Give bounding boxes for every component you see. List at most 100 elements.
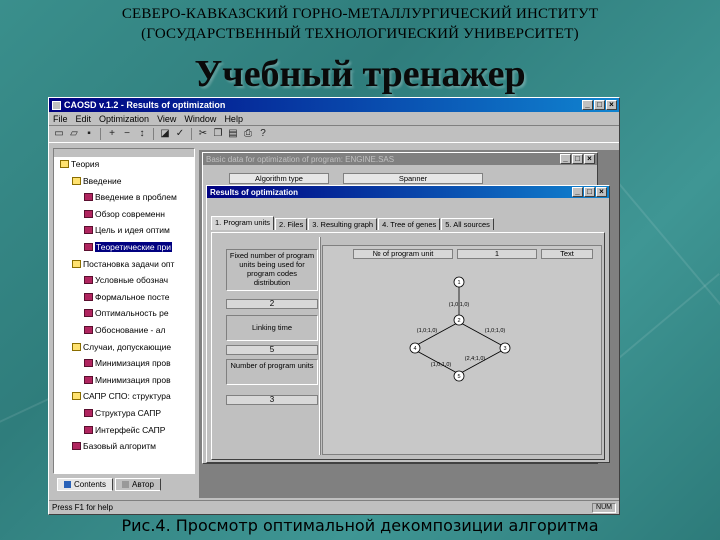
paste-icon[interactable]: ▤	[227, 128, 239, 140]
num-indicator: NUM	[592, 502, 616, 513]
results-window[interactable]: Results of optimization _ □ × 1. Program…	[206, 185, 610, 463]
basic-data-titlebar[interactable]: Basic data for optimization of program: …	[203, 153, 597, 165]
tree-item[interactable]: Формальное посте	[84, 292, 170, 302]
tree-item-label: Введение	[83, 175, 122, 186]
minimize-button[interactable]: _	[560, 154, 571, 164]
tab-resulting-graph[interactable]: 3. Resulting graph	[308, 218, 378, 230]
folder-icon	[72, 176, 81, 185]
tree-item[interactable]: Постановка задачи опт	[72, 259, 174, 269]
tree-tabs: Contents Автор	[53, 476, 195, 492]
unit-number-value: 1	[457, 249, 537, 259]
graph-node-label: 5	[457, 374, 460, 380]
tree-item-label: Теория	[71, 159, 100, 169]
tree-item-label: Теоретические при	[95, 242, 173, 252]
maximize-button[interactable]: □	[572, 154, 583, 164]
tree-item[interactable]: Введение	[72, 176, 122, 186]
splitter[interactable]	[319, 237, 321, 455]
app-title: CAOSD v.1.2 - Results of optimization	[64, 100, 226, 110]
tree-item[interactable]: Введение в проблем	[84, 192, 177, 202]
minimize-button[interactable]: _	[582, 100, 593, 110]
tab-author[interactable]: Автор	[115, 477, 161, 491]
tree-item[interactable]: Оптимальность ре	[84, 308, 169, 318]
maximize-button[interactable]: □	[594, 100, 605, 110]
tree-item[interactable]: Обзор современн	[84, 209, 165, 219]
save-icon[interactable]: ▪	[83, 128, 95, 140]
graph-node-label: 2	[457, 318, 460, 324]
tree-item[interactable]: Структура САПР	[84, 408, 161, 418]
page-icon	[122, 480, 130, 488]
tree-item[interactable]: Условные обознач	[84, 275, 168, 285]
units-count-label: Number of program units	[226, 359, 318, 385]
graph-edge-label: (1,0;1,0)	[449, 302, 470, 308]
close-button[interactable]: ×	[596, 187, 607, 197]
add-icon[interactable]: +	[106, 128, 118, 140]
toolbar: ▭ ▱ ▪ + − ↕ ◪ ✓ ✂ ❐ ▤ ⎙ ?	[49, 125, 619, 143]
tree-item-label: Формальное посте	[95, 291, 170, 302]
tree-item-label: Введение в проблем	[95, 192, 177, 203]
unit-number-header: № of program unit	[353, 249, 453, 259]
tab-all-sources[interactable]: 5. All sources	[441, 218, 494, 230]
tree-item-label: Постановка задачи опт	[83, 258, 175, 269]
tab-files[interactable]: 2. Files	[275, 218, 308, 230]
maximize-button[interactable]: □	[584, 187, 595, 197]
tree-item[interactable]: Интерфейс САПР	[84, 425, 165, 435]
graph-edge-label: (1,0;1,0)	[485, 328, 506, 334]
tree-item[interactable]: Минимизация пров	[84, 358, 171, 368]
results-titlebar[interactable]: Results of optimization _ □ ×	[207, 186, 609, 198]
menu-file[interactable]: File	[53, 114, 68, 124]
spanner-field: Spanner	[343, 173, 483, 184]
institute-name: СЕВЕРО-КАВКАЗСКИЙ ГОРНО-МЕТАЛЛУРГИЧЕСКИЙ…	[121, 6, 599, 22]
linking-time-label: Linking time	[226, 315, 318, 341]
menu-optimization[interactable]: Optimization	[99, 114, 149, 124]
tree-item[interactable]: Обоснование - ал	[84, 325, 165, 335]
tree-item[interactable]: САПР СПО: структура	[72, 391, 171, 401]
close-button[interactable]: ×	[584, 154, 595, 164]
tab-contents[interactable]: Contents	[57, 477, 114, 491]
tree-item-label: Структура САПР	[95, 408, 161, 418]
tab-tree-of-genes[interactable]: 4. Tree of genes	[378, 218, 441, 230]
basic-data-title: Basic data for optimization of program: …	[206, 154, 395, 164]
move-icon[interactable]: ↕	[136, 128, 148, 140]
tree-item[interactable]: Теория	[60, 159, 99, 169]
book-icon	[72, 442, 81, 451]
folder-icon	[60, 160, 69, 168]
tree-item[interactable]: Минимизация пров	[84, 375, 171, 385]
folder-icon	[72, 342, 81, 351]
menu-help[interactable]: Help	[224, 114, 243, 124]
book-icon	[84, 359, 93, 368]
help-icon[interactable]: ?	[257, 128, 269, 140]
minimize-button[interactable]: _	[572, 187, 583, 197]
book-icon	[84, 309, 93, 318]
tree-item-label: Базовый алгоритм	[83, 441, 157, 452]
tree-item[interactable]: Цель и идея оптим	[84, 225, 170, 235]
book-icon	[64, 480, 71, 488]
tree-item[interactable]: Теоретические при	[84, 242, 173, 252]
tree-item[interactable]: Случаи, допускающие	[72, 342, 171, 352]
book-icon	[84, 243, 93, 251]
remove-icon[interactable]: −	[121, 128, 133, 140]
menu-edit[interactable]: Edit	[76, 114, 92, 124]
folder-icon	[72, 259, 81, 268]
app-icon	[52, 100, 61, 110]
slide-title: Учебный тренажер	[194, 53, 526, 95]
cut-icon[interactable]: ✂	[197, 128, 209, 140]
copy-icon[interactable]: ❐	[212, 128, 224, 140]
optimize-icon[interactable]: ✓	[174, 128, 186, 140]
print-icon[interactable]: ⎙	[242, 128, 254, 140]
menu-view[interactable]: View	[157, 114, 176, 124]
units-count-value: 3	[226, 395, 318, 405]
tab-body: Fixed number of program units being used…	[211, 232, 605, 460]
tab-program-units[interactable]: 1. Program units	[211, 216, 275, 230]
app-titlebar[interactable]: CAOSD v.1.2 - Results of optimization _ …	[49, 98, 619, 112]
tree-item[interactable]: Базовый алгоритм	[72, 441, 156, 451]
results-title: Results of optimization	[210, 187, 298, 197]
close-button[interactable]: ×	[606, 100, 617, 110]
tree-item-label: Минимизация пров	[95, 374, 171, 385]
open-icon[interactable]: ▱	[68, 128, 80, 140]
tree-item-label: Условные обознач	[95, 275, 169, 286]
book-icon	[84, 326, 93, 334]
book-icon	[84, 276, 93, 285]
new-icon[interactable]: ▭	[53, 128, 65, 140]
build-icon[interactable]: ◪	[159, 128, 171, 140]
menu-window[interactable]: Window	[184, 114, 216, 124]
